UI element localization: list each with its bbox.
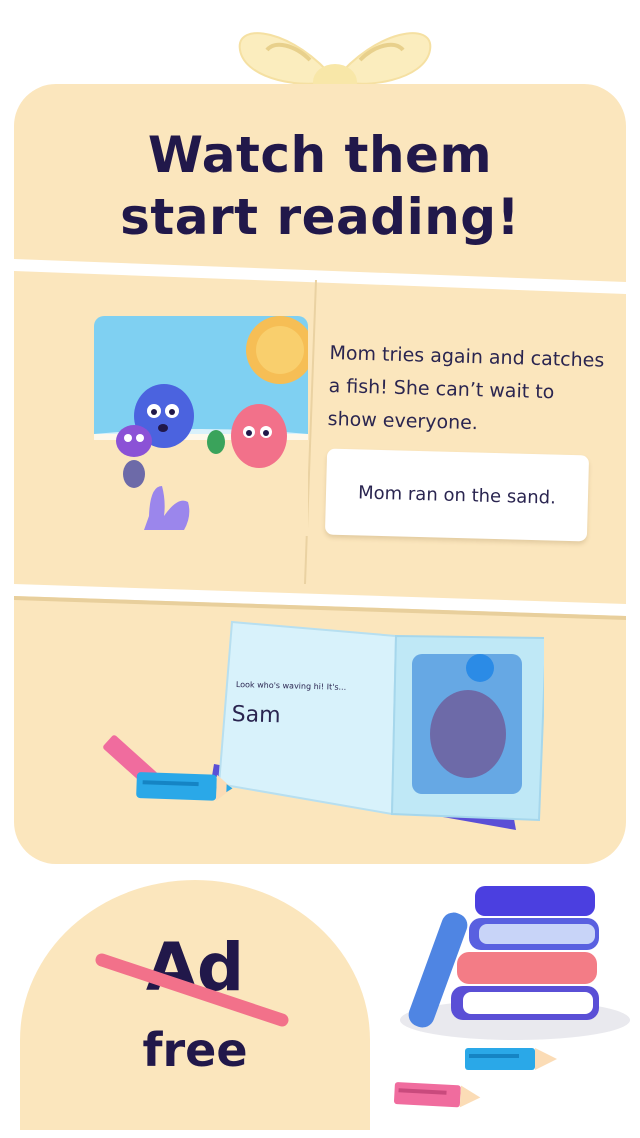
story-text: Mom tries again and catches a fish! She … [327, 341, 605, 435]
sentence-text: Mom ran on the sand. [357, 481, 557, 509]
sentence-card[interactable]: Mom ran on the sand. [324, 448, 590, 542]
free-word: free [142, 1023, 248, 1077]
pencil-icon [394, 1082, 481, 1108]
books-stack-icon [394, 886, 630, 1108]
pencil-icon [465, 1048, 557, 1070]
book-name: Sam [231, 702, 281, 729]
feature-card: Watch them start reading! Mom tries agai… [14, 84, 626, 864]
pencil-icon [136, 772, 233, 801]
story-illustration [94, 316, 308, 536]
book-icon [103, 620, 544, 830]
strike-line [95, 953, 289, 1027]
